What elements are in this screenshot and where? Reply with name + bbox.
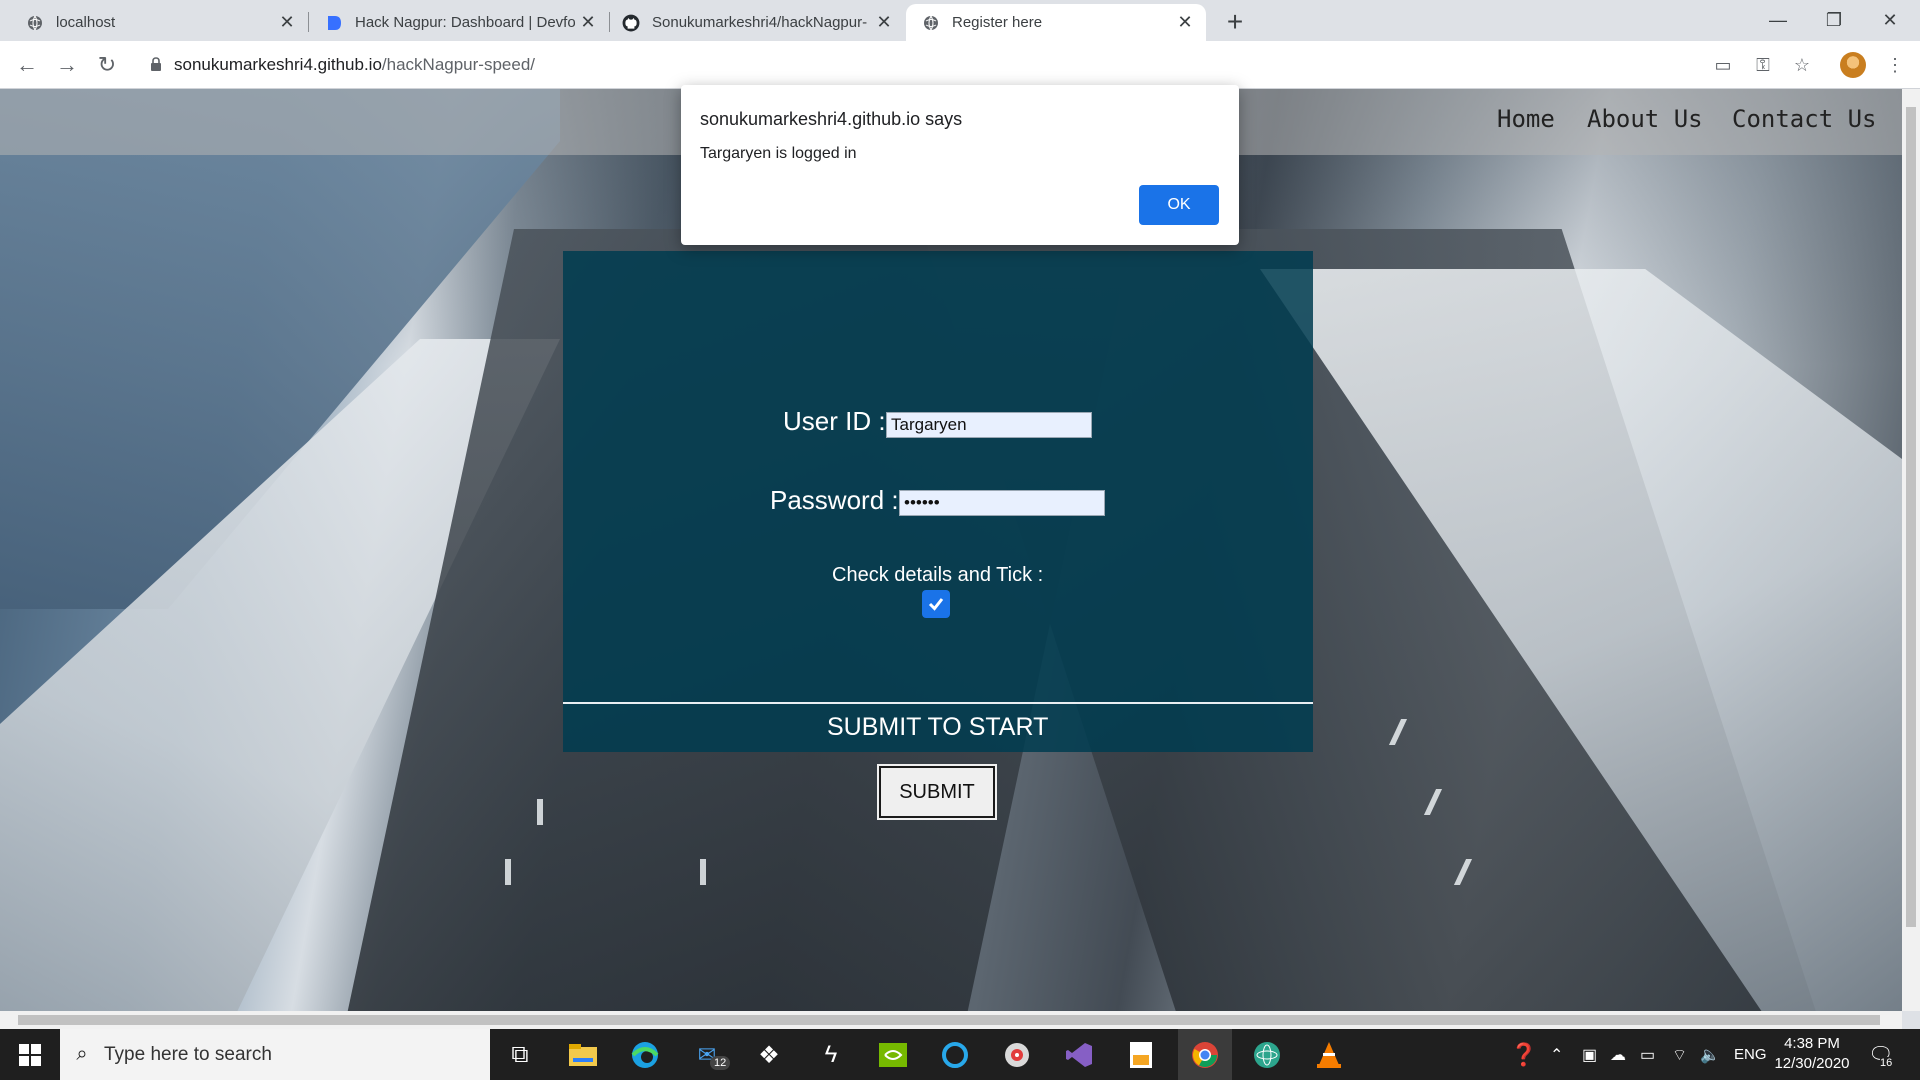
search-placeholder: Type here to search — [104, 1043, 272, 1065]
atom-app-icon[interactable] — [1250, 1038, 1284, 1072]
file-explorer-icon[interactable] — [566, 1038, 600, 1072]
document-app-icon[interactable] — [1124, 1038, 1158, 1072]
mail-icon[interactable]: ✉ 12 — [690, 1038, 731, 1072]
devfolio-icon — [325, 14, 343, 32]
tab-title: Hack Nagpur: Dashboard | Devfo — [355, 14, 575, 31]
url-host: sonukumarkeshri4.github.io — [174, 55, 382, 74]
restore-icon[interactable]: ❐ — [1806, 0, 1862, 40]
tab-title: Sonukumarkeshri4/hackNagpur- — [652, 14, 868, 31]
media-disc-icon[interactable] — [1000, 1038, 1034, 1072]
onedrive-cloud-icon[interactable]: ☁ — [1610, 1029, 1626, 1080]
profile-avatar[interactable] — [1840, 52, 1866, 78]
task-view-icon[interactable]: ⧉ — [503, 1038, 537, 1072]
tab-github[interactable]: Sonukumarkeshri4/hackNagpur- ✕ — [610, 4, 905, 41]
reload-icon[interactable]: ↻ — [92, 50, 122, 80]
wifi-icon[interactable]: ⌔ — [1672, 1029, 1687, 1080]
alert-dialog: sonukumarkeshri4.github.io says Targarye… — [681, 85, 1239, 245]
tab-register-here[interactable]: Register here ✕ — [906, 4, 1206, 41]
search-icon: ⌕ — [76, 1043, 88, 1065]
forward-arrow-icon[interactable]: → — [52, 50, 82, 80]
chrome-icon[interactable] — [1178, 1029, 1232, 1080]
userid-input[interactable]: Targaryen — [886, 412, 1092, 438]
device-icon[interactable]: ▣ — [1582, 1029, 1597, 1080]
nvidia-icon[interactable] — [876, 1038, 910, 1072]
browser-toolbar: ← → ↻ sonukumarkeshri4.github.io/hackNag… — [0, 41, 1920, 89]
nav-contact-us[interactable]: Contact Us — [1732, 105, 1877, 133]
visual-studio-icon[interactable] — [1062, 1038, 1096, 1072]
clock-date: 12/30/2020 — [1774, 1055, 1850, 1072]
new-tab-plus-icon[interactable]: + — [1220, 6, 1250, 38]
notification-icon[interactable]: 🗨 16 — [1868, 1029, 1893, 1080]
tab-hack-nagpur[interactable]: Hack Nagpur: Dashboard | Devfo ✕ — [309, 4, 609, 41]
url-path: /hackNagpur-speed/ — [381, 55, 535, 74]
key-icon[interactable]: ⚿ — [1748, 50, 1778, 80]
battery-icon[interactable]: ▭ — [1640, 1029, 1655, 1080]
close-icon[interactable]: ✕ — [274, 12, 300, 33]
check-label: Check details and Tick : — [832, 564, 1044, 586]
tab-title: Register here — [952, 14, 1043, 31]
alert-ok-button[interactable]: OK — [1139, 185, 1219, 225]
alert-message: Targaryen is logged in — [700, 145, 857, 162]
nav-home[interactable]: Home — [1497, 105, 1555, 133]
lane-marking — [505, 859, 511, 885]
nav-about-us[interactable]: About Us — [1587, 105, 1703, 133]
chevron-up-icon[interactable]: ⌃ — [1550, 1029, 1563, 1080]
tab-localhost[interactable]: localhost ✕ — [0, 4, 308, 41]
address-bar[interactable]: sonukumarkeshri4.github.io/hackNagpur-sp… — [150, 50, 535, 80]
windows-start-icon[interactable] — [0, 1029, 60, 1080]
cortana-ring-icon[interactable] — [938, 1038, 972, 1072]
minimize-icon[interactable]: — — [1750, 0, 1806, 40]
horizontal-scroll-thumb[interactable] — [18, 1015, 1880, 1025]
lane-marking — [700, 859, 706, 885]
github-icon — [622, 14, 640, 32]
mail-badge: 12 — [710, 1056, 731, 1070]
password-label: Password : — [770, 485, 899, 515]
vlc-cone-icon[interactable] — [1312, 1038, 1346, 1072]
close-icon[interactable]: ✕ — [871, 12, 897, 33]
menu-dots-icon[interactable]: ⋮ — [1880, 50, 1910, 80]
lock-icon — [150, 56, 162, 74]
back-arrow-icon[interactable]: ← — [12, 50, 42, 80]
cast-icon[interactable]: ▭ — [1708, 50, 1738, 80]
edge-browser-icon[interactable] — [628, 1038, 662, 1072]
notification-count: 16 — [1880, 1057, 1893, 1069]
taskbar-search-box[interactable]: ⌕ Type here to search — [60, 1029, 490, 1080]
details-checkbox[interactable] — [922, 590, 950, 618]
vertical-scroll-thumb[interactable] — [1906, 107, 1916, 927]
bookmark-star-icon[interactable]: ☆ — [1787, 50, 1817, 80]
tab-title: localhost — [56, 14, 116, 31]
dropbox-icon[interactable]: ❖ — [752, 1038, 786, 1072]
submit-button[interactable]: SUBMIT — [877, 764, 997, 820]
lane-marking — [537, 799, 543, 825]
volume-icon[interactable]: 🔈 — [1700, 1029, 1720, 1080]
tab-strip: localhost ✕ Hack Nagpur: Dashboard | Dev… — [0, 0, 1920, 41]
clock-time: 4:38 PM — [1784, 1035, 1840, 1052]
windows-taskbar: ⌕ Type here to search ⧉ ✉ 12 ❖ ϟ ❓ ⌃ ▣ ☁… — [0, 1029, 1920, 1080]
globe-icon — [26, 14, 44, 32]
lightning-app-icon[interactable]: ϟ — [814, 1038, 848, 1072]
checkmark-icon — [928, 598, 944, 611]
form-divider — [563, 702, 1313, 704]
password-input[interactable]: •••••• — [899, 490, 1105, 516]
help-icon[interactable]: ❓ — [1510, 1029, 1537, 1080]
userid-label: User ID : — [783, 406, 886, 436]
globe-icon — [922, 14, 940, 32]
alert-title: sonukumarkeshri4.github.io says — [700, 109, 963, 129]
horizontal-scrollbar[interactable] — [0, 1011, 1902, 1029]
close-icon[interactable]: ✕ — [575, 12, 601, 33]
vertical-scrollbar[interactable] — [1902, 89, 1920, 1011]
submit-heading: SUBMIT TO START — [827, 713, 1049, 741]
system-clock[interactable]: 4:38 PM 12/30/2020 — [1762, 1034, 1862, 1074]
close-icon[interactable]: ✕ — [1172, 12, 1198, 33]
window-close-icon[interactable]: ✕ — [1862, 0, 1918, 40]
